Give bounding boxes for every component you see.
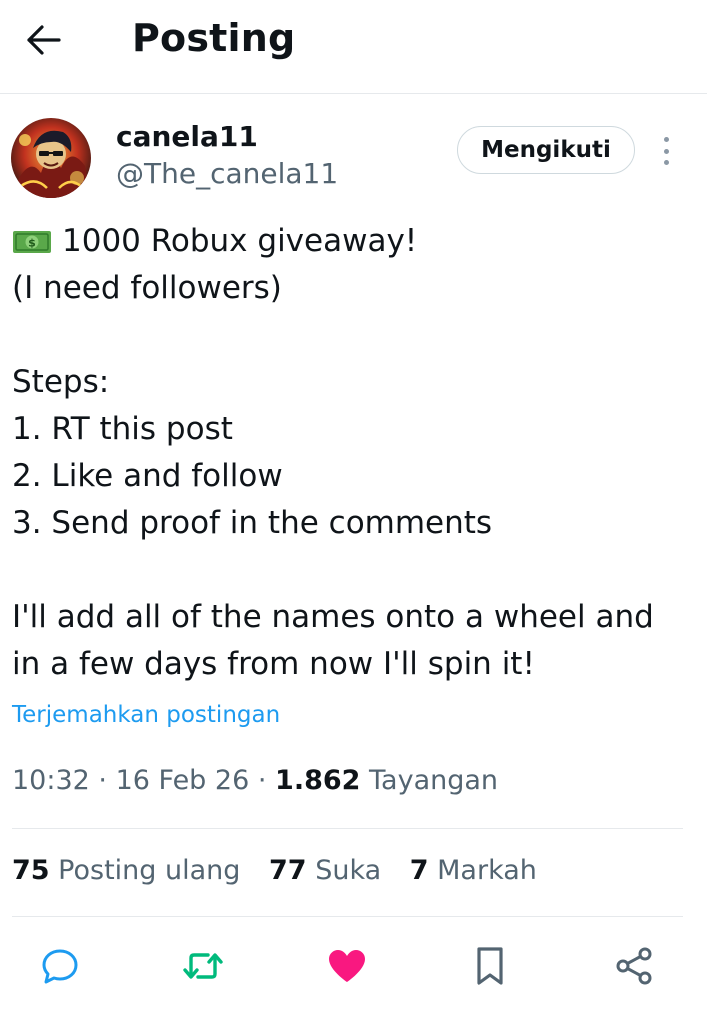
likes-stat[interactable]: 77 Suka xyxy=(269,855,381,886)
post-date[interactable]: 16 Feb 26 xyxy=(116,765,250,796)
repost-button[interactable] xyxy=(181,944,225,988)
translate-post-link[interactable]: Terjemahkan postingan xyxy=(12,702,280,728)
following-button[interactable]: Mengikuti xyxy=(457,126,635,174)
post-line: in a few days from now I'll spin it! xyxy=(12,646,535,682)
reposts-stat[interactable]: 75 Posting ulang xyxy=(12,855,240,886)
post-blank-line xyxy=(12,547,702,594)
post-line-text: 1000 Robux giveaway! xyxy=(62,223,418,259)
reply-button[interactable] xyxy=(38,944,82,988)
svg-text:$: $ xyxy=(28,237,36,250)
reposts-label: Posting ulang xyxy=(58,855,241,886)
more-vertical-icon-dot xyxy=(663,137,669,142)
bookmarks-label: Markah xyxy=(437,855,537,886)
post-meta: 10:32 · 16 Feb 26 · 1.862 Tayangan xyxy=(12,765,498,796)
post-line: 3. Send proof in the comments xyxy=(12,505,493,541)
avatar[interactable] xyxy=(11,118,91,198)
reply-icon xyxy=(42,949,78,984)
post-blank-line xyxy=(12,312,702,359)
reposts-count: 75 xyxy=(12,855,50,886)
page-title: Posting xyxy=(132,16,296,60)
divider xyxy=(12,828,683,829)
more-vertical-icon-dot xyxy=(663,148,669,154)
meta-separator: · xyxy=(98,765,116,796)
top-app-bar: Posting xyxy=(0,0,707,94)
bookmark-button[interactable] xyxy=(468,944,512,988)
likes-count: 77 xyxy=(269,855,307,886)
dollar-banknote-icon: $ xyxy=(13,231,51,253)
views-label: Tayangan xyxy=(369,765,499,796)
meta-separator: · xyxy=(257,765,276,796)
like-button[interactable] xyxy=(325,944,369,988)
author-display-name[interactable]: canela11 xyxy=(116,120,258,153)
post-line: Steps: xyxy=(12,364,110,400)
repost-icon xyxy=(183,953,223,979)
post-text: $ 1000 Robux giveaway! (I need followers… xyxy=(12,218,702,688)
engagement-stats: 75 Posting ulang 77 Suka 7 Markah xyxy=(12,855,557,886)
share-button[interactable] xyxy=(612,944,656,988)
author-handle[interactable]: @The_canela11 xyxy=(116,157,338,190)
share-icon xyxy=(616,947,652,985)
bookmarks-stat[interactable]: 7 Markah xyxy=(410,855,537,886)
like-icon xyxy=(329,950,365,982)
post-line: I'll add all of the names onto a wheel a… xyxy=(12,599,654,635)
post-line: $ 1000 Robux giveaway! xyxy=(12,218,702,265)
avatar-image xyxy=(11,118,91,198)
views-count: 1.862 xyxy=(275,765,361,796)
post-time[interactable]: 10:32 xyxy=(12,765,90,796)
bookmarks-count: 7 xyxy=(409,855,429,886)
divider xyxy=(12,916,683,917)
bookmark-icon xyxy=(477,947,503,985)
more-vertical-icon-dot xyxy=(663,160,669,165)
post-line: 2. Like and follow xyxy=(12,458,283,494)
back-button[interactable] xyxy=(22,20,66,60)
likes-label: Suka xyxy=(315,855,382,886)
post-line: (I need followers) xyxy=(12,270,282,306)
more-options-button[interactable] xyxy=(652,134,680,168)
arrow-left-icon xyxy=(27,25,61,55)
post-line: 1. RT this post xyxy=(12,411,233,447)
